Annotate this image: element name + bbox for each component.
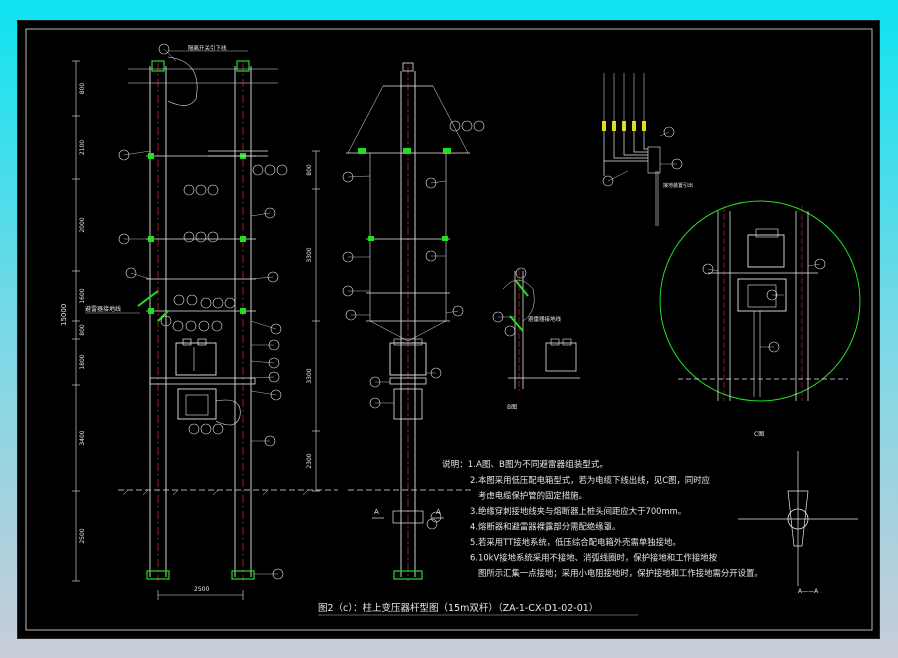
callout-bubble xyxy=(200,423,212,435)
callout-bubble xyxy=(211,320,223,332)
section-mark-a-left: A xyxy=(374,508,379,516)
callout-bubble xyxy=(212,297,224,309)
note-line: 5.若采用TT接地系统，低压综合配电箱外壳需单独接地。 xyxy=(470,537,681,547)
left-dimension-chain: 800 2100 2000 1600 800 1800 3400 2500 xyxy=(72,60,86,582)
drawing-caption: 图2（c）：柱上变压器杆型图（15m双杆）（ZA-1-CX-D1-02-01） xyxy=(318,602,598,614)
callout-bubble xyxy=(207,231,219,243)
notes: 说明：1.A图、B图为不同避雷器组装型式。 2.本图采用低压配电箱型式，若为电缆… xyxy=(442,458,763,578)
drawing-canvas: 800210020001600800180034002500 15000 隔离开… xyxy=(25,28,873,631)
note-line: 3.绝缘穿刺接地线夹与熔断器上桩头间距应大于700mm。 xyxy=(470,506,686,516)
dimension-middle-label: 3300 xyxy=(306,368,313,383)
dimension-middle-label: 3300 xyxy=(306,247,313,262)
drawing-sheet: 800 2100 2000 1600 800 1800 3400 2500 15000 隔离开… xyxy=(17,20,880,639)
callout-bubble xyxy=(449,120,461,132)
section-symbol-label: A——A xyxy=(798,588,819,595)
note-line: 2.本图采用低压配电箱型式，若为电缆下线出线，见C图，同时应 xyxy=(470,475,710,485)
dimension-left-label: 1800 xyxy=(79,354,86,369)
note-line: 考虑电缆保护管的固定措施。 xyxy=(478,491,587,501)
cable-bundle: 接地装置引出 xyxy=(602,73,693,226)
cable-note: 接地装置引出 xyxy=(663,182,693,189)
dimension-left-label: 3400 xyxy=(79,430,86,445)
left-elevation: 800210020001600800180034002500 15000 隔离开… xyxy=(60,43,338,600)
guard-wire-label-left: 避雷器接地线 xyxy=(85,305,121,313)
inner-frame xyxy=(25,28,873,631)
callout-bubble xyxy=(188,423,200,435)
dimension-middle-label: 2300 xyxy=(306,453,313,468)
callout-bubble xyxy=(212,423,224,435)
note-line: 4.熔断器和避雷器裸露部分需配绝缘罩。 xyxy=(470,522,620,532)
callout-bubble xyxy=(504,325,516,337)
callout-bubble xyxy=(473,120,485,132)
callouts-left xyxy=(118,43,288,580)
callouts-cable xyxy=(602,126,683,187)
dimension-bottom: 2500 xyxy=(194,586,209,593)
middle-dimension-chain: 800 3300 3300 2300 xyxy=(306,150,320,492)
dimension-left-label: 2500 xyxy=(79,528,86,543)
dimension-total: 15000 xyxy=(60,304,68,326)
callout-bubble xyxy=(186,294,198,306)
callout-bubble xyxy=(198,320,210,332)
callouts-detail-b xyxy=(492,267,527,337)
dimension-left-label: 1600 xyxy=(79,288,86,303)
callout-bubble xyxy=(173,294,185,306)
note-line: 图所示汇集一点接地；采用小电阻接地时，保护接地和工作接地需分开设置。 xyxy=(478,568,763,578)
notes-heading: 说明：1.A图、B图为不同避雷器组装型式。 xyxy=(442,458,608,470)
callout-bubble xyxy=(183,231,195,243)
guard-wire-label-right: 避雷器接地线 xyxy=(528,315,562,323)
dimension-left-label: 2000 xyxy=(79,217,86,232)
callout-bubble xyxy=(426,518,438,530)
callout-bubble xyxy=(195,184,207,196)
callout-bubble xyxy=(461,120,473,132)
callout-bubble xyxy=(172,320,184,332)
detail-b: 避雷器接地线 B图 xyxy=(492,267,580,411)
detail-c-label: C图 xyxy=(754,431,764,438)
callout-bubble xyxy=(276,164,288,176)
side-elevation: 800330033002300 A A xyxy=(306,62,485,581)
callout-bubble xyxy=(200,297,212,309)
dimension-left-label: 800 xyxy=(79,324,86,336)
callout-bubble xyxy=(264,164,276,176)
note-line: 6.10kV接地系统采用不接地、消弧线圈时，保护接地和工作接地按 xyxy=(470,553,718,563)
callout-bubble xyxy=(185,320,197,332)
callout-bubble xyxy=(183,184,195,196)
callout-bubble xyxy=(207,184,219,196)
callout-bubble xyxy=(224,297,236,309)
callout-bubble xyxy=(515,267,527,279)
detail-b-label: B图 xyxy=(507,404,517,411)
detail-c: C图 xyxy=(659,200,861,438)
dimension-left-label: 2100 xyxy=(79,140,86,155)
callout-bubble xyxy=(252,164,264,176)
callout-bubble xyxy=(195,231,207,243)
dimension-left-label: 800 xyxy=(79,83,86,95)
dimension-middle-label: 800 xyxy=(306,164,313,176)
